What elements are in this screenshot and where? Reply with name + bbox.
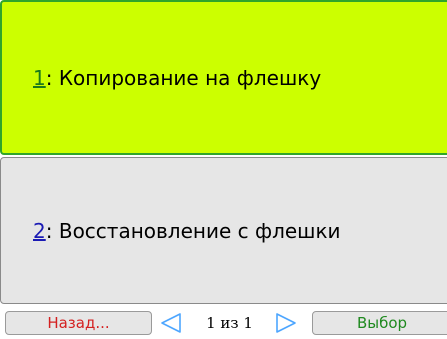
menu-item-separator: : [45,65,53,90]
menu-item-number: 2 [33,218,46,243]
menu-item-number: 1 [33,65,46,90]
menu-item-label: Восстановление с флешки [52,218,341,243]
menu-item-copy-to-flash[interactable]: 1: Копирование на флешку [0,0,447,155]
page-indicator: 1 из 1 [206,314,253,332]
next-page-icon[interactable] [275,312,297,334]
bottom-bar: Назад... 1 из 1 Выбор [0,306,447,339]
prev-page-icon[interactable] [160,312,182,334]
back-button[interactable]: Назад... [5,311,152,335]
select-button[interactable]: Выбор [312,311,447,335]
menu-item-restore-from-flash[interactable]: 2: Восстановление с флешки [0,157,447,304]
menu-item-separator: : [45,218,53,243]
menu-item-label: Копирование на флешку [52,65,322,90]
menu-screen: 1: Копирование на флешку 2: Восстановлен… [0,0,447,339]
